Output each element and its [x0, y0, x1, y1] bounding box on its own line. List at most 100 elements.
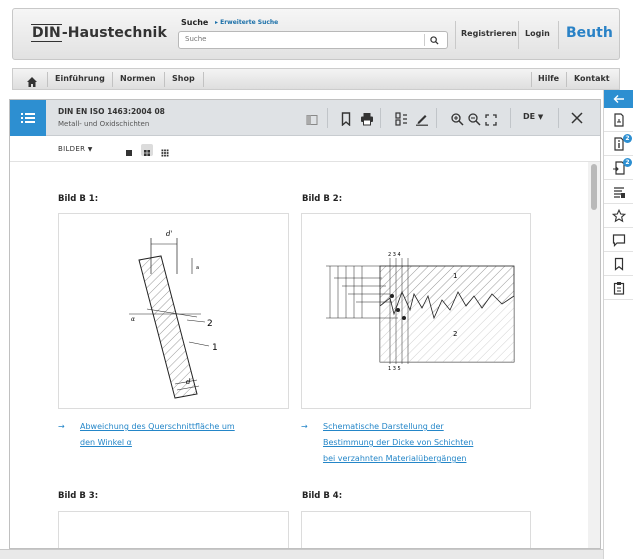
scrollbar-thumb[interactable] — [591, 164, 597, 210]
nav-divider — [47, 72, 48, 87]
comment-icon — [612, 233, 626, 247]
list-menu-icon — [21, 113, 35, 123]
zoom-out-icon — [468, 113, 481, 126]
toolbar-divider — [558, 108, 559, 128]
nav-divider — [164, 72, 165, 87]
figure-thumbnail-b2[interactable]: 1 2 2 3 4 1 3 5 — [301, 213, 531, 409]
zoom-in-icon — [451, 113, 464, 126]
view-large-button[interactable] — [123, 144, 135, 156]
nav-hilfe[interactable]: Hilfe — [538, 74, 559, 83]
svg-text:1 3 5: 1 3 5 — [388, 366, 401, 372]
footer-bar — [0, 549, 603, 559]
compare-button[interactable] — [395, 111, 409, 126]
beuth-logo[interactable]: Beuth — [566, 25, 613, 41]
caption-text: Schematische Darstellung der Bestimmung d… — [323, 422, 474, 463]
register-link[interactable]: Registrieren — [461, 29, 517, 38]
star-icon — [612, 208, 626, 222]
figure-title: Bild B 3: — [58, 491, 99, 501]
bookmark-icon — [341, 112, 351, 127]
figure-title: Bild B 2: — [302, 194, 343, 204]
login-link[interactable]: Login — [525, 29, 550, 38]
document-toolbar: DIN EN ISO 1463:2004 08 Metall- und Oxid… — [10, 100, 600, 136]
site-header: DIN-Haustechnik Suche Erweiterte Suche R… — [12, 8, 620, 60]
view-mode-select[interactable]: BILDER ▼ — [58, 145, 93, 153]
search-button[interactable] — [424, 34, 444, 46]
svg-text:2 3 4: 2 3 4 — [388, 252, 401, 258]
figure-caption-link[interactable]: → Schematische Darstellung der Bestimmung… — [301, 419, 531, 471]
language-select[interactable]: DE ▼ — [523, 112, 543, 121]
site-logo[interactable]: DIN-Haustechnik — [31, 24, 167, 42]
header-divider — [455, 21, 456, 49]
annotate-button[interactable] — [415, 111, 429, 126]
panel-toggle-icon — [306, 115, 318, 125]
figure-caption-link[interactable]: → Abweichung des Querschnittfläche um den… — [58, 419, 288, 455]
search-box — [178, 31, 448, 49]
nav-normen[interactable]: Normen — [120, 74, 156, 83]
print-button[interactable] — [360, 111, 374, 126]
main-nav: Einführung Normen Shop Hilfe Kontakt — [12, 68, 620, 90]
svg-text:a: a — [196, 265, 199, 271]
svg-text:d': d' — [166, 230, 172, 238]
chevron-down-icon: ▼ — [87, 146, 93, 153]
figure-gallery: Bild B 1: d' a α 2 1 d → Abweichung des … — [10, 162, 588, 548]
figure-thumbnail-b1[interactable]: d' a α 2 1 d — [58, 213, 289, 409]
clipboard-icon — [613, 281, 625, 295]
figure-title: Bild B 4: — [302, 491, 343, 501]
bookmark-button[interactable] — [340, 111, 354, 127]
clipboard-button[interactable] — [604, 276, 633, 300]
view-options-bar: BILDER ▼ — [10, 137, 600, 162]
collapse-sidebar-button[interactable] — [604, 90, 633, 108]
bookmarks-button[interactable] — [604, 252, 633, 276]
figure-thumbnail-b3[interactable] — [58, 511, 289, 548]
header-divider — [558, 21, 559, 49]
view-mode-value: BILDER — [58, 145, 86, 153]
figure-thumbnail-b4[interactable] — [301, 511, 531, 548]
zoom-in-button[interactable] — [451, 111, 465, 126]
caption-text: Abweichung des Querschnittfläche um den W… — [80, 422, 235, 447]
structure-button[interactable] — [604, 180, 633, 204]
notification-badge: 2 — [623, 158, 632, 167]
svg-text:2: 2 — [453, 330, 457, 338]
nav-divider — [566, 72, 567, 87]
search-icon — [430, 35, 439, 45]
advanced-search-link[interactable]: Erweiterte Suche — [215, 19, 278, 26]
technical-drawing-b2: 1 2 2 3 4 1 3 5 — [326, 252, 515, 372]
arrow-left-icon — [613, 95, 624, 103]
nav-einfuehrung[interactable]: Einführung — [55, 74, 105, 83]
fullscreen-button[interactable] — [485, 111, 499, 126]
nav-divider — [531, 72, 532, 87]
toolbar-divider — [510, 108, 511, 128]
favorites-button[interactable] — [604, 204, 633, 228]
small-grid-view-icon — [161, 149, 169, 157]
toolbar-divider — [436, 108, 437, 128]
toc-menu-button[interactable] — [10, 100, 46, 136]
related-documents-button[interactable]: 2 — [604, 156, 633, 180]
arrow-right-icon: → — [58, 422, 65, 431]
document-export-icon — [614, 112, 624, 127]
document-viewer: DIN EN ISO 1463:2004 08 Metall- und Oxid… — [9, 99, 601, 549]
home-button[interactable] — [26, 73, 38, 92]
view-small-button[interactable] — [159, 144, 171, 157]
view-medium-button[interactable] — [141, 144, 153, 156]
close-document-button[interactable] — [570, 110, 586, 126]
list-structure-icon — [614, 186, 625, 198]
search-input[interactable] — [185, 35, 415, 43]
nav-divider — [112, 72, 113, 87]
info-button[interactable]: 2 — [604, 132, 633, 156]
svg-text:1: 1 — [453, 272, 457, 280]
comments-button[interactable] — [604, 228, 633, 252]
toolbar-divider — [327, 108, 328, 128]
zoom-out-button[interactable] — [468, 111, 482, 126]
svg-text:1: 1 — [212, 343, 218, 353]
notification-badge: 2 — [623, 134, 632, 143]
content-scrollbar[interactable] — [588, 162, 600, 548]
nav-shop[interactable]: Shop — [172, 74, 195, 83]
document-subtitle: Metall- und Oxidschichten — [58, 120, 150, 128]
language-value: DE — [523, 112, 536, 121]
export-button[interactable] — [604, 108, 633, 132]
svg-text:2: 2 — [207, 319, 213, 329]
sidebar-toggle-button[interactable] — [306, 111, 320, 125]
search-label: Suche — [181, 18, 209, 27]
nav-kontakt[interactable]: Kontakt — [574, 74, 610, 83]
figure-title: Bild B 1: — [58, 194, 99, 204]
